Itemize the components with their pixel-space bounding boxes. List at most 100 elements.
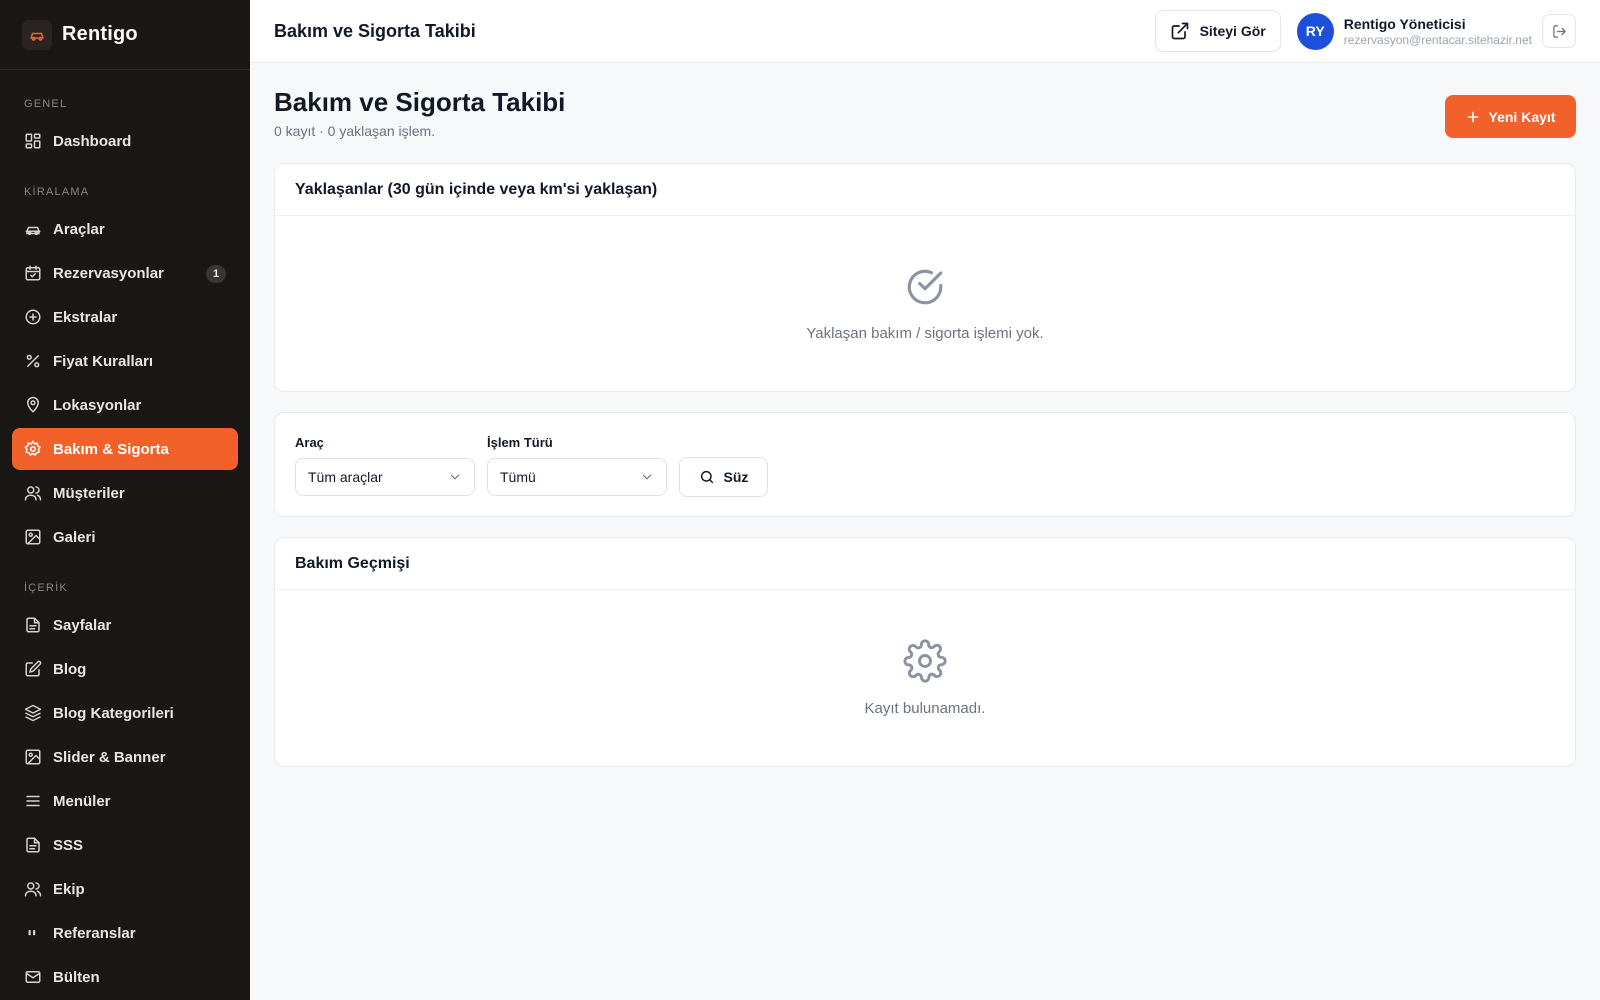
avatar: RY bbox=[1296, 12, 1334, 50]
sidebar-item-sss[interactable]: SSS bbox=[12, 824, 238, 866]
sidebar-item-label: Dashboard bbox=[53, 132, 132, 150]
chevron-down-icon bbox=[450, 474, 460, 480]
nav-section-kiralama: KİRALAMA bbox=[24, 186, 90, 198]
sidebar-item-label: Müşteriler bbox=[53, 484, 125, 502]
sidebar-item-label: Menüler bbox=[53, 792, 111, 810]
count-badge: 1 bbox=[206, 265, 226, 283]
new-record-button[interactable]: Yeni Kayıt bbox=[1445, 95, 1576, 138]
sidebar-item-lokasyonlar[interactable]: Lokasyonlar bbox=[12, 384, 238, 426]
percent-icon bbox=[24, 352, 42, 370]
image-icon bbox=[24, 748, 42, 766]
sidebar-item-label: Ekstralar bbox=[53, 308, 118, 326]
user-name: Rentigo Yöneticisi bbox=[1343, 15, 1466, 32]
topbar-title: Bakım ve Sigorta Takibi bbox=[274, 20, 476, 41]
brand[interactable]: Rentigo bbox=[0, 0, 250, 70]
sidebar-item-label: Slider & Banner bbox=[53, 748, 166, 766]
upcoming-title: Yaklaşanlar (30 gün içinde veya km'si ya… bbox=[275, 164, 1575, 216]
upcoming-empty-state: Yaklaşan bakım / sigorta işlemi yok. bbox=[275, 216, 1575, 391]
type-select-value: Tümü bbox=[500, 469, 536, 485]
sidebar-item-label: Araçlar bbox=[53, 220, 105, 238]
edit-icon bbox=[24, 660, 42, 678]
history-card: Bakım Geçmişi Kayıt bulunamadı. bbox=[274, 537, 1576, 767]
dashboard-icon bbox=[24, 132, 42, 150]
sidebar-item-blog-kategorileri[interactable]: Blog Kategorileri bbox=[12, 692, 238, 734]
sidebar-item-label: Referanslar bbox=[53, 924, 136, 942]
nav-section-icerik: İÇERİK bbox=[24, 582, 68, 594]
sidebar-item-label: Blog Kategorileri bbox=[53, 704, 174, 722]
sidebar-item-label: Fiyat Kuralları bbox=[53, 352, 154, 370]
sidebar-item-fiyat-kurallari[interactable]: Fiyat Kuralları bbox=[12, 340, 238, 382]
quote-icon bbox=[24, 924, 42, 942]
gear-icon bbox=[903, 638, 947, 688]
menu-icon bbox=[24, 792, 42, 810]
file-icon bbox=[24, 836, 42, 854]
vehicle-select[interactable]: Tüm araçlar bbox=[295, 458, 475, 496]
sidebar-item-menuler[interactable]: Menüler bbox=[12, 780, 238, 822]
sidebar: Rentigo GENEL Dashboard KİRALAMA Araçlar… bbox=[0, 0, 250, 1000]
nav-section-genel: GENEL bbox=[24, 98, 68, 110]
mail-icon bbox=[24, 968, 42, 986]
sidebar-item-rezervasyonlar[interactable]: Rezervasyonlar 1 bbox=[12, 252, 238, 294]
map-pin-icon bbox=[24, 396, 42, 414]
logout-icon bbox=[1552, 24, 1566, 38]
sidebar-item-ekip[interactable]: Ekip bbox=[12, 868, 238, 910]
page-title: Bakım ve Sigorta Takibi bbox=[274, 87, 566, 117]
sidebar-item-bakim-sigorta[interactable]: Bakım & Sigorta bbox=[12, 428, 238, 470]
search-icon bbox=[700, 470, 713, 484]
vehicle-filter-label: Araç bbox=[295, 435, 324, 450]
topbar: Bakım ve Sigorta Takibi Siteyi Gör RY Re… bbox=[250, 0, 1600, 63]
users-icon bbox=[24, 484, 42, 502]
sidebar-item-label: Galeri bbox=[53, 528, 96, 546]
sidebar-item-slider-banner[interactable]: Slider & Banner bbox=[12, 736, 238, 778]
users-icon bbox=[24, 880, 42, 898]
sidebar-item-label: Bakım & Sigorta bbox=[53, 440, 169, 458]
history-title: Bakım Geçmişi bbox=[275, 538, 1575, 590]
chevron-down-icon bbox=[642, 474, 652, 480]
plus-circle-icon bbox=[24, 308, 42, 326]
logout-button[interactable] bbox=[1542, 14, 1576, 48]
sidebar-item-ekstralar[interactable]: Ekstralar bbox=[12, 296, 238, 338]
filter-card: Araç Tüm araçlar İşlem Türü Tümü Süz bbox=[274, 412, 1576, 517]
sidebar-item-referanslar[interactable]: Referanslar bbox=[12, 912, 238, 954]
sidebar-item-dashboard[interactable]: Dashboard bbox=[12, 120, 238, 162]
image-icon bbox=[24, 528, 42, 546]
car-icon bbox=[24, 220, 42, 238]
new-record-label: Yeni Kayıt bbox=[1488, 108, 1556, 125]
sidebar-item-label: SSS bbox=[53, 836, 84, 854]
calendar-icon bbox=[24, 264, 42, 282]
car-icon bbox=[22, 19, 52, 50]
history-empty-text: Kayıt bulunamadı. bbox=[864, 699, 986, 717]
view-site-button[interactable]: Siteyi Gör bbox=[1154, 10, 1281, 52]
sidebar-item-label: Rezervasyonlar bbox=[53, 264, 164, 282]
sidebar-item-bulten[interactable]: Bülten bbox=[12, 956, 238, 998]
history-empty-state: Kayıt bulunamadı. bbox=[275, 590, 1575, 765]
filter-button-label: Süz bbox=[723, 469, 749, 485]
user-menu[interactable]: RY Rentigo Yöneticisi rezervasyon@rentac… bbox=[1296, 12, 1532, 50]
vehicle-select-value: Tüm araçlar bbox=[308, 469, 383, 485]
sidebar-item-blog[interactable]: Blog bbox=[12, 648, 238, 690]
view-site-label: Siteyi Gör bbox=[1199, 23, 1266, 39]
filter-button[interactable]: Süz bbox=[679, 457, 768, 497]
sidebar-item-label: Blog bbox=[53, 660, 87, 678]
page-subtitle: 0 kayıt · 0 yaklaşan işlem. bbox=[274, 123, 436, 139]
sidebar-item-araclar[interactable]: Araçlar bbox=[12, 208, 238, 250]
plus-icon bbox=[1467, 111, 1478, 122]
file-icon bbox=[24, 616, 42, 634]
sidebar-item-label: Ekip bbox=[53, 880, 85, 898]
sidebar-item-label: Bülten bbox=[53, 968, 100, 986]
upcoming-empty-text: Yaklaşan bakım / sigorta işlemi yok. bbox=[806, 324, 1044, 342]
sidebar-item-label: Sayfalar bbox=[53, 616, 112, 634]
layers-icon bbox=[24, 704, 42, 722]
type-filter-label: İşlem Türü bbox=[487, 435, 553, 450]
external-link-icon bbox=[1171, 22, 1188, 40]
user-email: rezervasyon@rentacar.sitehazir.net bbox=[1343, 32, 1532, 47]
vehicle-filter: Araç Tüm araçlar bbox=[295, 435, 475, 496]
sidebar-item-musteriler[interactable]: Müşteriler bbox=[12, 472, 238, 514]
brand-name: Rentigo bbox=[62, 23, 138, 45]
sidebar-item-sayfalar[interactable]: Sayfalar bbox=[12, 604, 238, 646]
main-content: Bakım ve Sigorta Takibi 0 kayıt · 0 yakl… bbox=[274, 63, 1576, 767]
sidebar-item-galeri[interactable]: Galeri bbox=[12, 516, 238, 558]
type-select[interactable]: Tümü bbox=[487, 458, 667, 496]
gear-icon bbox=[24, 440, 42, 458]
sidebar-item-label: Lokasyonlar bbox=[53, 396, 142, 414]
